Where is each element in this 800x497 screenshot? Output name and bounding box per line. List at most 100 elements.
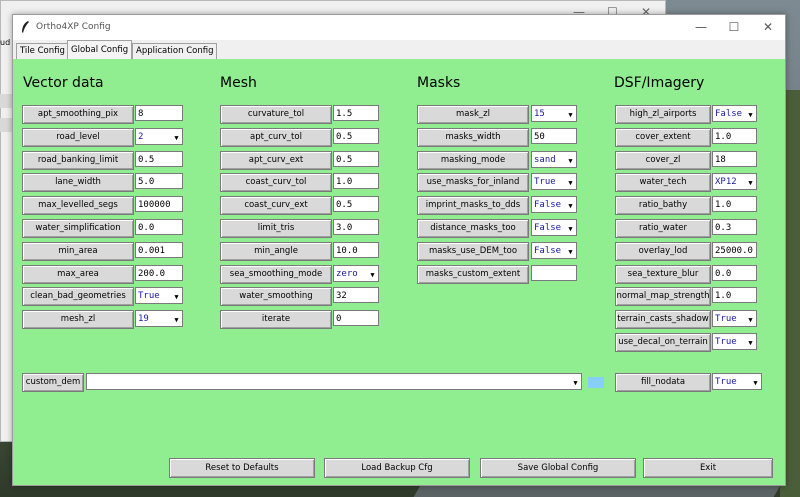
min-angle-field[interactable]: 10.0 — [333, 242, 379, 258]
clean-bad-geometries-select[interactable]: True ▼ — [135, 287, 183, 304]
max-levelled-segs-button[interactable]: max_levelled_segs — [22, 196, 134, 215]
max-area-field[interactable]: 200.0 — [135, 265, 183, 281]
chevron-down-icon[interactable]: ▼ — [746, 109, 755, 119]
minimize-button[interactable]: — — [686, 18, 716, 36]
chevron-down-icon[interactable]: ▼ — [368, 269, 377, 279]
lane-width-button[interactable]: lane_width — [22, 173, 134, 192]
mesh-zl-button[interactable]: mesh_zl — [22, 310, 134, 329]
chevron-down-icon[interactable]: ▼ — [566, 246, 575, 256]
masks-use-dem-too-select[interactable]: False ▼ — [531, 242, 577, 259]
imprint-masks-to-dds-button[interactable]: imprint_masks_to_dds — [417, 196, 529, 215]
cover-extent-button[interactable]: cover_extent — [615, 128, 711, 147]
custom-dem-select[interactable]: ▼ — [86, 373, 582, 390]
water-tech-select[interactable]: XP12 ▼ — [712, 173, 757, 190]
masks-custom-extent-field[interactable] — [531, 265, 577, 281]
overlay-lod-field[interactable]: 25000.0 — [712, 242, 757, 258]
chevron-down-icon[interactable]: ▼ — [746, 314, 755, 324]
water-tech-button[interactable]: water_tech — [615, 173, 711, 192]
chevron-down-icon[interactable]: ▼ — [566, 177, 575, 187]
clean-bad-geometries-button[interactable]: clean_bad_geometries — [22, 287, 134, 306]
tab-global-config[interactable]: Global Config — [67, 40, 133, 60]
road-banking-limit-field[interactable]: 0.5 — [135, 151, 183, 167]
curvature-tol-button[interactable]: curvature_tol — [220, 105, 332, 124]
reset-to-defaults-button[interactable]: Reset to Defaults — [169, 458, 315, 478]
masks-width-field[interactable]: 50 — [531, 128, 577, 144]
masking-mode-select[interactable]: sand ▼ — [531, 151, 577, 168]
chevron-down-icon[interactable]: ▼ — [566, 200, 575, 210]
normal-map-strength-button[interactable]: normal_map_strength — [615, 287, 711, 306]
chevron-down-icon[interactable]: ▼ — [566, 109, 575, 119]
water-simplification-field[interactable]: 0.0 — [135, 219, 183, 235]
apt-curv-tol-field[interactable]: 0.5 — [333, 128, 379, 144]
use-decal-on-terrain-select[interactable]: True ▼ — [712, 333, 757, 350]
normal-map-strength-field[interactable]: 1.0 — [712, 287, 757, 303]
chevron-down-icon[interactable]: ▼ — [751, 377, 760, 387]
ratio-bathy-field[interactable]: 1.0 — [712, 196, 757, 212]
road-level-button[interactable]: road_level — [22, 128, 134, 147]
fill-nodata-select[interactable]: True ▼ — [712, 373, 762, 390]
distance-masks-too-button[interactable]: distance_masks_too — [417, 219, 529, 238]
close-button[interactable]: ✕ — [753, 18, 783, 36]
custom-dem-button[interactable]: custom_dem — [22, 373, 84, 392]
use-masks-for-inland-select[interactable]: True ▼ — [531, 173, 577, 190]
apt-curv-tol-button[interactable]: apt_curv_tol — [220, 128, 332, 147]
ratio-water-field[interactable]: 0.3 — [712, 219, 757, 235]
apt-smoothing-pix-button[interactable]: apt_smoothing_pix — [22, 105, 134, 124]
mesh-zl-select[interactable]: 19 ▼ — [135, 310, 183, 327]
overlay-lod-button[interactable]: overlay_lod — [615, 242, 711, 261]
imprint-masks-to-dds-select[interactable]: False ▼ — [531, 196, 577, 213]
cover-zl-button[interactable]: cover_zl — [615, 151, 711, 170]
water-simplification-button[interactable]: water_simplification — [22, 219, 134, 238]
chevron-down-icon[interactable]: ▼ — [571, 377, 580, 387]
high-zl-airports-select[interactable]: False ▼ — [712, 105, 757, 122]
exit-button[interactable]: Exit — [643, 458, 773, 478]
water-smoothing-button[interactable]: water_smoothing — [220, 287, 332, 306]
masks-use-dem-too-button[interactable]: masks_use_DEM_too — [417, 242, 529, 261]
min-area-field[interactable]: 0.001 — [135, 242, 183, 258]
use-decal-on-terrain-button[interactable]: use_decal_on_terrain — [615, 333, 711, 352]
water-smoothing-field[interactable]: 32 — [333, 287, 379, 303]
mask-zl-button[interactable]: mask_zl — [417, 105, 529, 124]
chevron-down-icon[interactable]: ▼ — [746, 337, 755, 347]
coast-curv-ext-field[interactable]: 0.5 — [333, 196, 379, 212]
masks-custom-extent-button[interactable]: masks_custom_extent — [417, 265, 529, 284]
high-zl-airports-button[interactable]: high_zl_airports — [615, 105, 711, 124]
road-banking-limit-button[interactable]: road_banking_limit — [22, 151, 134, 170]
curvature-tol-field[interactable]: 1.5 — [333, 105, 379, 121]
use-masks-for-inland-button[interactable]: use_masks_for_inland — [417, 173, 529, 192]
ratio-water-button[interactable]: ratio_water — [615, 219, 711, 238]
mask-zl-select[interactable]: 15 ▼ — [531, 105, 577, 122]
chevron-down-icon[interactable]: ▼ — [566, 155, 575, 165]
sea-texture-blur-button[interactable]: sea_texture_blur — [615, 265, 711, 284]
chevron-down-icon[interactable]: ▼ — [172, 291, 181, 301]
cover-zl-field[interactable]: 18 — [712, 151, 757, 167]
apt-smoothing-pix-field[interactable]: 8 — [135, 105, 183, 121]
min-area-button[interactable]: min_area — [22, 242, 134, 261]
coast-curv-tol-field[interactable]: 1.0 — [333, 173, 379, 189]
lane-width-field[interactable]: 5.0 — [135, 173, 183, 189]
save-global-config-button[interactable]: Save Global Config — [480, 458, 636, 478]
sea-texture-blur-field[interactable]: 0.0 — [712, 265, 757, 281]
cover-extent-field[interactable]: 1.0 — [712, 128, 757, 144]
chevron-down-icon[interactable]: ▼ — [746, 177, 755, 187]
sea-smoothing-mode-select[interactable]: zero ▼ — [333, 265, 379, 282]
distance-masks-too-select[interactable]: False ▼ — [531, 219, 577, 236]
tab-tile-config[interactable]: Tile Config — [16, 43, 69, 59]
masks-width-button[interactable]: masks_width — [417, 128, 529, 147]
chevron-down-icon[interactable]: ▼ — [172, 314, 181, 324]
max-levelled-segs-field[interactable]: 100000 — [135, 196, 183, 212]
iterate-field[interactable]: 0 — [333, 310, 379, 326]
load-backup-cfg-button[interactable]: Load Backup Cfg — [324, 458, 470, 478]
masking-mode-button[interactable]: masking_mode — [417, 151, 529, 170]
coast-curv-tol-button[interactable]: coast_curv_tol — [220, 173, 332, 192]
chevron-down-icon[interactable]: ▼ — [172, 132, 181, 142]
terrain-casts-shadow-select[interactable]: True ▼ — [712, 310, 757, 327]
road-level-select[interactable]: 2 ▼ — [135, 128, 183, 145]
ratio-bathy-button[interactable]: ratio_bathy — [615, 196, 711, 215]
sea-smoothing-mode-button[interactable]: sea_smoothing_mode — [220, 265, 332, 284]
coast-curv-ext-button[interactable]: coast_curv_ext — [220, 196, 332, 215]
maximize-button[interactable]: ☐ — [719, 18, 749, 36]
max-area-button[interactable]: max_area — [22, 265, 134, 284]
limit-tris-field[interactable]: 3.0 — [333, 219, 379, 235]
fill-nodata-button[interactable]: fill_nodata — [615, 373, 711, 392]
